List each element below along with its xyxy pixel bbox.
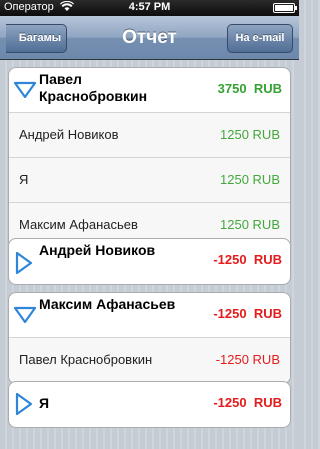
battery-icon [273, 3, 297, 13]
row-amount: 1250 RUB [220, 172, 280, 187]
balance-group: Андрей Новиков -1250 RUB [8, 238, 291, 285]
group-amount: -1250 RUB [213, 395, 282, 410]
row-name: Андрей Новиков [19, 127, 119, 142]
balance-group: Максим Афанасьев -1250 RUB Павел Красноб… [8, 292, 291, 384]
group-name: Максим Афанасьев [39, 296, 176, 312]
disclosure-right-icon[interactable] [15, 251, 33, 280]
list-item: Павел Краснобровкин -1250 RUB [9, 338, 290, 383]
list-item: Андрей Новиков 1250 RUB [9, 113, 290, 158]
group-header[interactable]: Павел Краснобровкин 3750 RUB [9, 68, 290, 113]
navigation-bar: Багамы Отчет На e-mail [0, 16, 299, 60]
disclosure-right-icon[interactable] [15, 392, 33, 421]
row-name: Максим Афанасьев [19, 217, 138, 232]
group-header[interactable]: Я -1250 RUB [9, 382, 290, 427]
row-amount: -1250 RUB [215, 352, 280, 367]
group-name: Павел Краснобровкин [39, 71, 148, 104]
group-name: Андрей Новиков [39, 242, 156, 258]
row-amount: 1250 RUB [220, 217, 280, 232]
list-item: Я 1250 RUB [9, 158, 290, 203]
disclosure-down-icon[interactable] [13, 306, 37, 329]
group-name: Я [39, 395, 50, 411]
status-time: 4:57 PM [128, 1, 171, 13]
row-name: Павел Краснобровкин [19, 352, 153, 367]
group-amount: 3750 RUB [217, 81, 282, 96]
row-amount: 1250 RUB [220, 127, 280, 142]
disclosure-down-icon[interactable] [13, 81, 37, 104]
group-header[interactable]: Максим Афанасьев -1250 RUB [9, 293, 290, 338]
row-name: Я [19, 172, 29, 187]
group-header[interactable]: Андрей Новиков -1250 RUB [9, 239, 290, 284]
group-amount: -1250 RUB [213, 306, 282, 321]
group-amount: -1250 RUB [213, 252, 282, 267]
status-bar: Оператор 4:57 PM [0, 0, 299, 16]
balance-group: Павел Краснобровкин 3750 RUB Андрей Нови… [8, 67, 291, 249]
email-button[interactable]: На e-mail [227, 24, 293, 53]
balance-group: Я -1250 RUB [8, 381, 291, 428]
